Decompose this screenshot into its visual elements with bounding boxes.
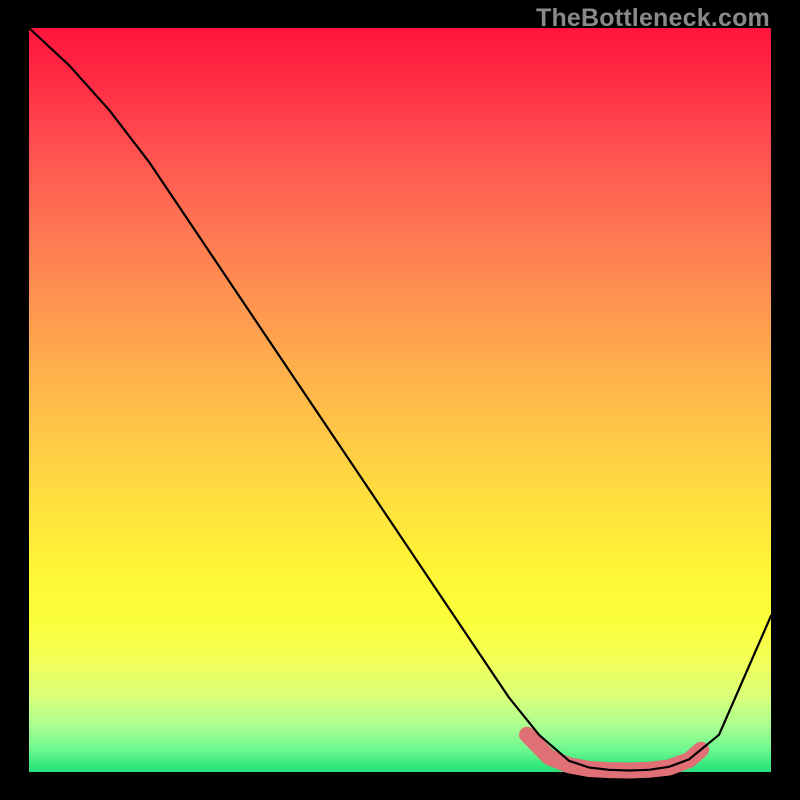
watermark-text: TheBottleneck.com: [536, 4, 770, 33]
chart-frame: TheBottleneck.com: [0, 0, 800, 800]
chart-svg: [29, 28, 771, 772]
bottleneck-curve: [29, 28, 771, 771]
